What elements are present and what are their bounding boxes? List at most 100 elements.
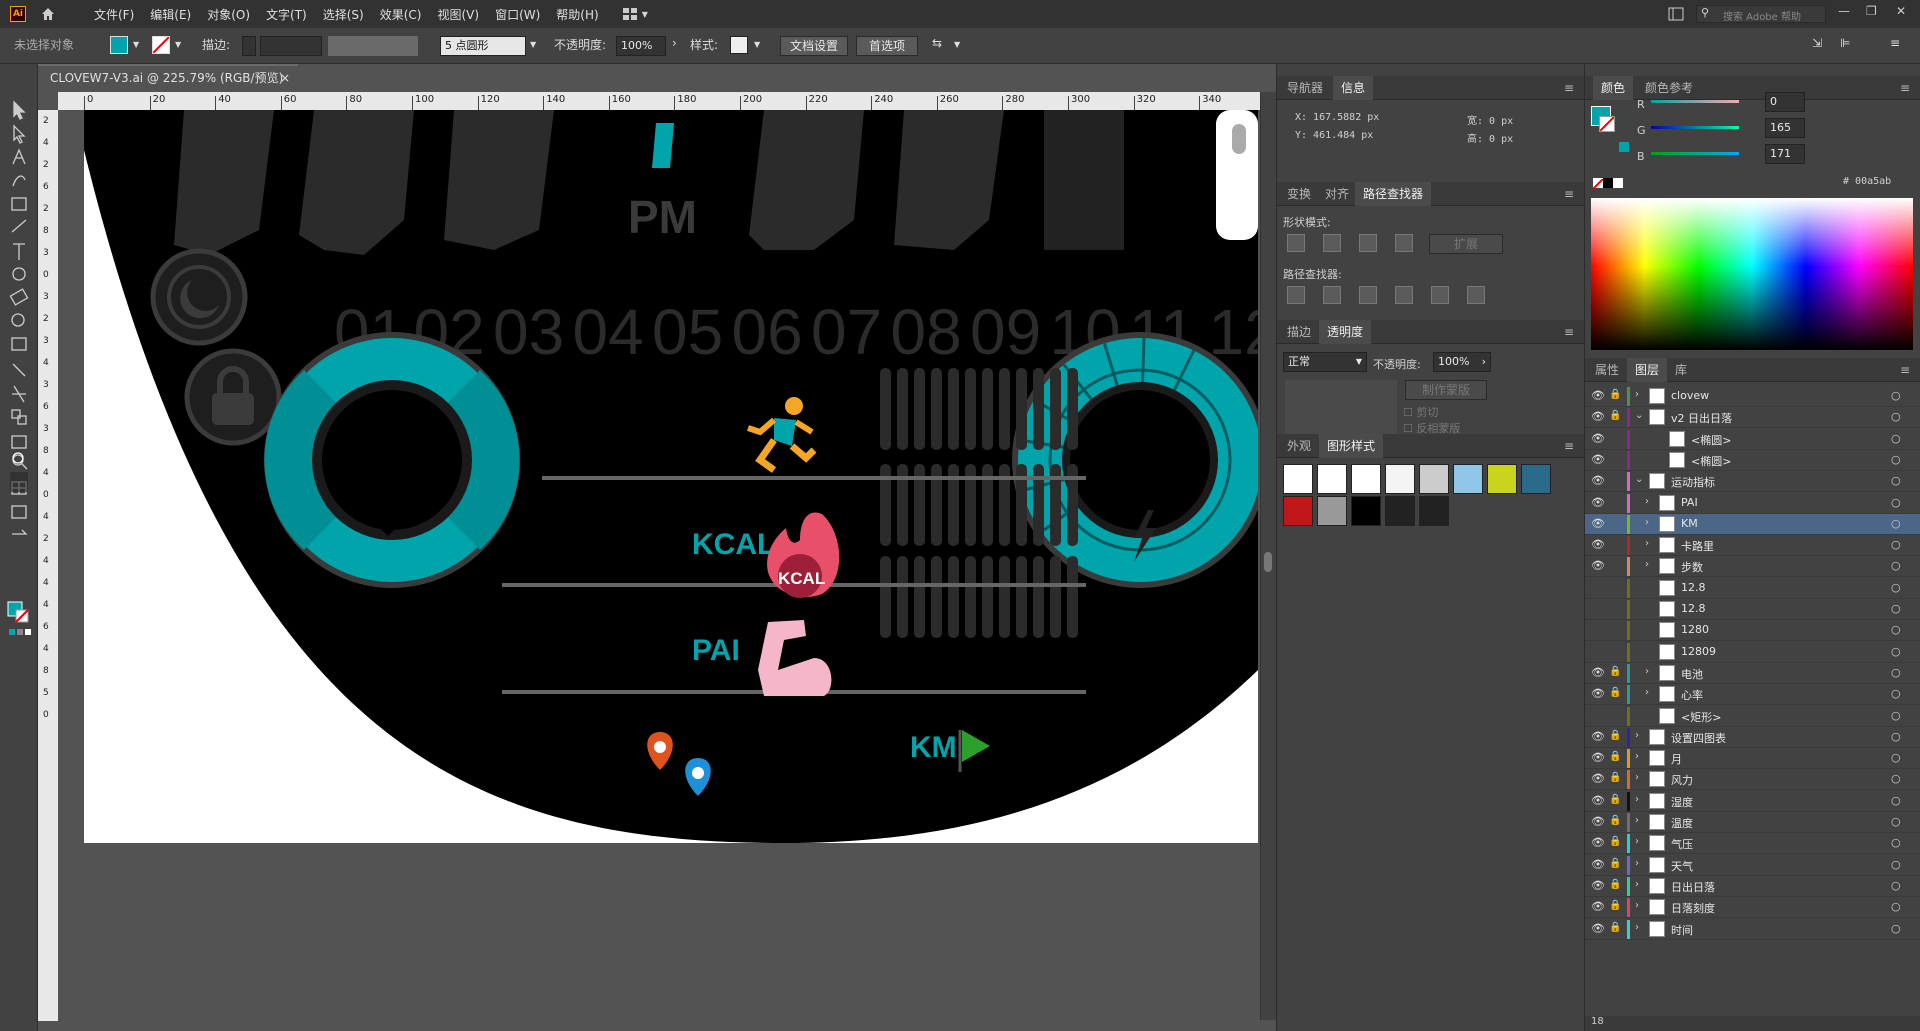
style-swatch[interactable] bbox=[1385, 496, 1415, 526]
layer-row[interactable]: 👁 <椭圆> ○ bbox=[1585, 450, 1920, 471]
target-icon[interactable]: ○ bbox=[1891, 794, 1901, 807]
layer-name[interactable]: 风力 bbox=[1671, 772, 1693, 788]
minus-back-button[interactable] bbox=[1467, 286, 1485, 304]
expand-arrow-icon[interactable]: › bbox=[1635, 879, 1639, 890]
divide-button[interactable] bbox=[1287, 286, 1305, 304]
lock-icon[interactable]: 🔒 bbox=[1609, 751, 1621, 762]
transform-icon[interactable]: ⇲ bbox=[1812, 36, 1822, 50]
transparency-opacity-input[interactable]: 100% › bbox=[1433, 352, 1491, 372]
variable-width-profile[interactable] bbox=[328, 36, 418, 56]
stroke-weight-stepper[interactable] bbox=[242, 36, 256, 56]
target-icon[interactable]: ○ bbox=[1891, 538, 1901, 551]
tab-stroke[interactable]: 描边 bbox=[1279, 320, 1319, 344]
menu-item[interactable]: 文字(T) bbox=[258, 6, 315, 23]
visibility-eye-icon[interactable]: 👁 bbox=[1591, 815, 1605, 828]
search-box[interactable]: ⚲ 搜索 Adobe 帮助 bbox=[1696, 5, 1826, 23]
hex-input[interactable]: # 00a5ab bbox=[1843, 176, 1891, 187]
expand-arrow-icon[interactable]: › bbox=[1645, 496, 1649, 507]
lock-icon[interactable]: 🔒 bbox=[1609, 772, 1621, 783]
layer-name[interactable]: <椭圆> bbox=[1691, 432, 1731, 448]
chevron-down-icon[interactable]: ▼ bbox=[754, 40, 760, 49]
visibility-eye-icon[interactable]: 👁 bbox=[1591, 496, 1605, 509]
layer-name[interactable]: 电池 bbox=[1681, 666, 1703, 682]
merge-button[interactable] bbox=[1359, 286, 1377, 304]
layer-row[interactable]: 👁 › 卡路里 ○ bbox=[1585, 535, 1920, 557]
layer-row[interactable]: 👁 › PAI ○ bbox=[1585, 493, 1920, 514]
style-swatch[interactable] bbox=[1453, 464, 1483, 494]
r-input[interactable]: 0 bbox=[1765, 92, 1805, 112]
tab-appearance[interactable]: 外观 bbox=[1279, 434, 1319, 458]
visibility-eye-icon[interactable]: 👁 bbox=[1591, 559, 1605, 572]
expand-arrow-icon[interactable]: › bbox=[1645, 559, 1649, 570]
target-icon[interactable]: ○ bbox=[1891, 581, 1901, 594]
visibility-eye-icon[interactable]: 👁 bbox=[1591, 453, 1605, 466]
lock-icon[interactable]: 🔒 bbox=[1609, 730, 1621, 741]
expand-arrow-icon[interactable]: › bbox=[1635, 836, 1639, 847]
target-icon[interactable]: ○ bbox=[1891, 645, 1901, 658]
target-icon[interactable]: ○ bbox=[1891, 602, 1901, 615]
layer-name[interactable]: clovew bbox=[1671, 389, 1709, 402]
visibility-eye-icon[interactable]: 👁 bbox=[1591, 922, 1605, 935]
vertical-scrollbar[interactable] bbox=[1260, 92, 1276, 1020]
target-icon[interactable]: ○ bbox=[1891, 858, 1901, 871]
b-input[interactable]: 171 bbox=[1765, 144, 1805, 164]
color-spectrum[interactable] bbox=[1591, 198, 1913, 350]
visibility-eye-icon[interactable]: 👁 bbox=[1591, 538, 1605, 551]
style-swatch[interactable] bbox=[1317, 464, 1347, 494]
tab-graphic-styles[interactable]: 图形样式 bbox=[1319, 434, 1384, 458]
tab-align[interactable]: 对齐 bbox=[1317, 182, 1357, 206]
document-tab[interactable]: CLOVEW7-V3.ai @ 225.79% (RGB/预览) × bbox=[38, 64, 298, 90]
layer-name[interactable]: 温度 bbox=[1671, 815, 1693, 831]
restore-button[interactable]: ❐ bbox=[1866, 4, 1877, 18]
visibility-eye-icon[interactable]: 👁 bbox=[1591, 517, 1605, 530]
target-icon[interactable]: ○ bbox=[1891, 389, 1901, 402]
lock-icon[interactable]: 🔒 bbox=[1609, 879, 1621, 890]
layer-name[interactable]: 日出日落 bbox=[1671, 879, 1715, 895]
artboard[interactable]: PM 010203040506070809101112 bbox=[84, 110, 1258, 843]
lock-icon[interactable]: 🔒 bbox=[1609, 922, 1621, 933]
crop-button[interactable] bbox=[1395, 286, 1413, 304]
visibility-eye-icon[interactable]: 👁 bbox=[1591, 794, 1605, 807]
menu-item[interactable]: 编辑(E) bbox=[142, 6, 199, 23]
tab-transform[interactable]: 变换 bbox=[1279, 182, 1319, 206]
layer-row[interactable]: 👁 ⌄ 运动指标 ○ bbox=[1585, 471, 1920, 493]
layer-row[interactable]: 👁 🔒 › 温度 ○ bbox=[1585, 812, 1920, 833]
expand-arrow-icon[interactable]: › bbox=[1645, 538, 1649, 549]
tab-libraries[interactable]: 库 bbox=[1667, 358, 1695, 382]
target-icon[interactable]: ○ bbox=[1891, 900, 1901, 913]
style-swatch[interactable] bbox=[1317, 496, 1347, 526]
menu-item[interactable]: 帮助(H) bbox=[548, 6, 606, 23]
target-icon[interactable]: ○ bbox=[1891, 815, 1901, 828]
visibility-eye-icon[interactable]: 👁 bbox=[1591, 730, 1605, 743]
layer-name[interactable]: 12.8 bbox=[1681, 602, 1706, 615]
close-button[interactable]: ✕ bbox=[1896, 4, 1906, 18]
visibility-eye-icon[interactable]: 👁 bbox=[1591, 772, 1605, 785]
fill-color-swatch[interactable] bbox=[110, 36, 128, 54]
target-icon[interactable]: ○ bbox=[1891, 559, 1901, 572]
target-icon[interactable]: ○ bbox=[1891, 410, 1901, 423]
expand-arrow-icon[interactable]: › bbox=[1635, 730, 1639, 741]
layer-row[interactable]: <矩形> ○ bbox=[1585, 706, 1920, 727]
layer-name[interactable]: 月 bbox=[1671, 751, 1682, 767]
layer-name[interactable]: 运动指标 bbox=[1671, 474, 1715, 490]
tab-properties[interactable]: 属性 bbox=[1587, 358, 1627, 382]
menu-item[interactable]: 对象(O) bbox=[199, 6, 258, 23]
expand-button[interactable]: 扩展 bbox=[1429, 234, 1503, 254]
tab-layers[interactable]: 图层 bbox=[1627, 358, 1668, 382]
layer-name[interactable]: KM bbox=[1681, 517, 1698, 530]
lock-icon[interactable]: 🔒 bbox=[1609, 858, 1621, 869]
panel-menu-icon[interactable]: ≡ bbox=[1892, 358, 1918, 382]
layer-name[interactable]: 心率 bbox=[1681, 687, 1703, 703]
lock-icon[interactable]: 🔒 bbox=[1609, 794, 1621, 805]
layer-name[interactable]: 卡路里 bbox=[1681, 538, 1714, 554]
menu-item[interactable]: 选择(S) bbox=[315, 6, 372, 23]
lock-icon[interactable]: 🔒 bbox=[1609, 836, 1621, 847]
exclude-button[interactable] bbox=[1395, 234, 1413, 252]
visibility-eye-icon[interactable]: 👁 bbox=[1591, 666, 1605, 679]
lock-icon[interactable]: 🔒 bbox=[1609, 410, 1621, 421]
brush-definition-dropdown[interactable]: 5 点圆形 bbox=[440, 36, 526, 56]
minimize-button[interactable]: — bbox=[1838, 4, 1850, 18]
visibility-eye-icon[interactable]: 👁 bbox=[1591, 432, 1605, 445]
layer-row[interactable]: 👁 › KM ○ bbox=[1585, 513, 1920, 535]
layer-row[interactable]: 👁 🔒 › 天气 ○ bbox=[1585, 855, 1920, 876]
